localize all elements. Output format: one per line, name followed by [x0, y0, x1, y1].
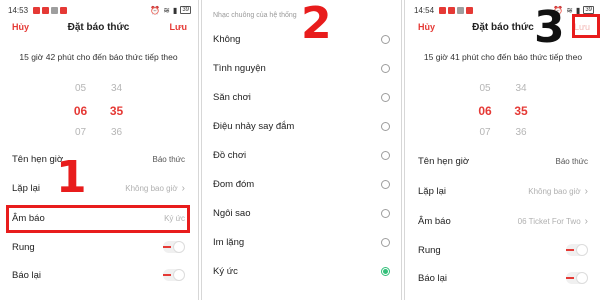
alarm-header: Hủy Đặt báo thức Lưu: [0, 22, 197, 38]
snooze-label: Báo lại: [418, 272, 448, 284]
ringtone-list-panel: Nhạc chuông của hệ thống 2 Không Tình ng…: [203, 0, 400, 300]
alarm-settings-panel-1: 14:53 ⏰ ≋ ▮ 39 Hủy Đặt báo thức Lưu 15 g…: [0, 0, 197, 300]
hour-option[interactable]: 07: [473, 122, 497, 144]
vibrate-toggle[interactable]: [566, 244, 588, 256]
snooze-label: Báo lại: [12, 269, 42, 281]
alarm-name-row[interactable]: Tên hẹn giờ Báo thức: [0, 146, 197, 172]
status-time: 14:53: [8, 5, 29, 15]
alarm-name-row[interactable]: Tên hẹn giờ Báo thức: [406, 148, 600, 174]
sound-row[interactable]: Âm báo 06 Ticket For Two ›: [406, 208, 600, 234]
alarm-name-value: Báo thức: [555, 156, 588, 166]
radio-button[interactable]: [381, 63, 390, 73]
radio-button[interactable]: [381, 237, 390, 247]
ringtone-item[interactable]: Không: [203, 26, 400, 52]
alarm-header: Hủy Đặt báo thức Lưu: [406, 22, 600, 38]
snooze-toggle[interactable]: [566, 272, 588, 284]
highlight-box: [6, 205, 190, 233]
snooze-toggle[interactable]: [163, 269, 185, 281]
notification-app-icon: [60, 6, 68, 14]
repeat-row[interactable]: Lặp lại Không bao giờ ›: [406, 178, 600, 204]
time-picker[interactable]: 05 06 07 34 35 36: [473, 78, 533, 138]
minute-option[interactable]: 36: [105, 122, 129, 144]
divider: [401, 0, 405, 300]
vibrate-toggle[interactable]: [163, 241, 185, 253]
notification-app-icon: [448, 6, 456, 14]
alarm-clock-icon: ⏰: [150, 5, 161, 15]
hour-selected[interactable]: 06: [69, 100, 93, 122]
radio-button[interactable]: [381, 92, 390, 102]
minute-wheel[interactable]: 34 35 36: [105, 78, 129, 144]
time-picker[interactable]: 05 06 07 34 35 36: [69, 78, 129, 138]
alarm-name-value: Báo thức: [152, 154, 185, 164]
repeat-label: Lặp lại: [418, 185, 446, 197]
ringtone-item-selected[interactable]: Ký ức: [203, 258, 400, 284]
repeat-label: Lặp lại: [12, 182, 40, 194]
notification-app-icon: [33, 6, 41, 14]
step-marker-1: 1: [56, 152, 87, 203]
notification-app-icon: [51, 6, 59, 14]
hour-option[interactable]: 05: [69, 78, 93, 100]
repeat-row[interactable]: Lặp lại Không bao giờ ›: [0, 175, 197, 201]
vibrate-label: Rung: [12, 241, 35, 253]
radio-button-selected[interactable]: [381, 266, 390, 276]
chevron-right-icon: ›: [181, 182, 185, 194]
minute-option[interactable]: 34: [105, 78, 129, 100]
radio-button[interactable]: [381, 34, 390, 44]
battery-icon: 39: [180, 6, 191, 14]
battery-icon: 39: [583, 6, 594, 14]
vibrate-label: Rung: [418, 244, 441, 256]
radio-button[interactable]: [381, 208, 390, 218]
hour-wheel[interactable]: 05 06 07: [69, 78, 93, 144]
status-bar: 14:53 ⏰ ≋ ▮ 39: [0, 0, 197, 16]
notification-app-icon: [42, 6, 50, 14]
hour-option[interactable]: 07: [69, 122, 93, 144]
minute-option[interactable]: 36: [509, 122, 533, 144]
minute-option[interactable]: 34: [509, 78, 533, 100]
notification-app-icon: [457, 6, 465, 14]
next-alarm-countdown: 15 giờ 42 phút cho đến báo thức tiếp the…: [19, 52, 178, 62]
sound-value: 06 Ticket For Two: [517, 216, 581, 226]
radio-button[interactable]: [381, 150, 390, 160]
radio-button[interactable]: [381, 121, 390, 131]
alarm-settings-panel-3: 14:54 ⏰ ≋ ▮ 39 Hủy Đặt báo thức Lưu 15 g…: [406, 0, 600, 300]
wifi-icon: ≋: [163, 5, 170, 15]
vibrate-row: Rung: [0, 234, 197, 260]
status-time: 14:54: [414, 5, 435, 15]
sound-label: Âm báo: [418, 215, 451, 227]
repeat-value: Không bao giờ: [528, 186, 581, 196]
snooze-row: Báo lại: [406, 265, 600, 291]
page-title: Đặt báo thức: [67, 22, 130, 33]
ringtone-item[interactable]: Săn chơi: [203, 84, 400, 110]
system-ringtones-heading: Nhạc chuông của hệ thống: [213, 12, 297, 19]
hour-option[interactable]: 05: [473, 78, 497, 100]
signal-icon: ▮: [172, 5, 178, 15]
notification-app-icon: [439, 6, 447, 14]
radio-button[interactable]: [381, 179, 390, 189]
highlight-box: [572, 14, 600, 38]
minute-selected[interactable]: 35: [509, 100, 533, 122]
snooze-row: Báo lại: [0, 262, 197, 288]
page-title: Đặt báo thức: [472, 22, 534, 33]
notification-app-icon: [466, 6, 474, 14]
hour-wheel[interactable]: 05 06 07: [473, 78, 497, 144]
alarm-name-label: Tên hẹn giờ: [418, 155, 470, 167]
ringtone-item[interactable]: Tình nguyện: [203, 55, 400, 81]
divider: [198, 0, 202, 300]
next-alarm-countdown: 15 giờ 41 phút cho đến báo thức tiếp the…: [423, 52, 583, 62]
ringtone-item[interactable]: Đồ chơi: [203, 142, 400, 168]
ringtone-item[interactable]: Đom đóm: [203, 171, 400, 197]
hour-selected[interactable]: 06: [473, 100, 497, 122]
minute-wheel[interactable]: 34 35 36: [509, 78, 533, 144]
chevron-right-icon: ›: [584, 185, 588, 197]
vibrate-row: Rung: [406, 237, 600, 263]
step-marker-3: 3: [534, 2, 565, 53]
chevron-right-icon: ›: [584, 215, 588, 227]
ringtone-item[interactable]: Im lặng: [203, 229, 400, 255]
repeat-value: Không bao giờ: [125, 183, 178, 193]
ringtone-item[interactable]: Ngôi sao: [203, 200, 400, 226]
ringtone-item[interactable]: Điệu nhảy say đắm: [203, 113, 400, 139]
status-bar: 14:54 ⏰ ≋ ▮ 39: [406, 0, 600, 16]
save-button[interactable]: Lưu: [169, 22, 187, 32]
minute-selected[interactable]: 35: [105, 100, 129, 122]
